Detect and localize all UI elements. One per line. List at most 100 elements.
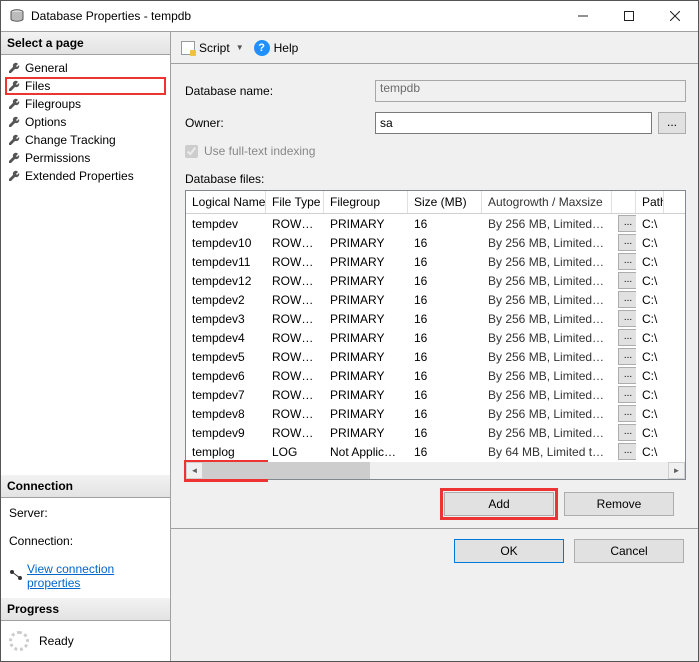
cell-path[interactable]: C:\ bbox=[636, 217, 664, 231]
cell-path[interactable]: C:\ bbox=[636, 388, 664, 402]
files-grid[interactable]: Logical Name File Type Filegroup Size (M… bbox=[185, 190, 686, 480]
sidebar-page-extended-properties[interactable]: Extended Properties bbox=[5, 167, 166, 185]
cell-file-type[interactable]: ROWS... bbox=[266, 350, 324, 364]
cell-autogrowth[interactable]: By 256 MB, Limited to ... bbox=[482, 255, 612, 269]
table-row[interactable]: tempdevROWS...PRIMARY16By 256 MB, Limite… bbox=[186, 214, 685, 233]
cell-size[interactable]: 16 bbox=[408, 388, 482, 402]
table-row[interactable]: tempdev7ROWS...PRIMARY16By 256 MB, Limit… bbox=[186, 385, 685, 404]
cell-autogrowth-button[interactable]: ... bbox=[612, 367, 636, 384]
table-row[interactable]: tempdev12ROWS...PRIMARY16By 256 MB, Limi… bbox=[186, 271, 685, 290]
ellipsis-icon[interactable]: ... bbox=[618, 405, 636, 422]
cell-filegroup[interactable]: PRIMARY bbox=[324, 426, 408, 440]
table-row[interactable]: tempdev5ROWS...PRIMARY16By 256 MB, Limit… bbox=[186, 347, 685, 366]
cell-file-type[interactable]: ROWS... bbox=[266, 255, 324, 269]
table-row[interactable]: tempdev2ROWS...PRIMARY16By 256 MB, Limit… bbox=[186, 290, 685, 309]
cell-size[interactable]: 16 bbox=[408, 369, 482, 383]
cell-filegroup[interactable]: Not Applicable bbox=[324, 445, 408, 459]
cell-logical-name[interactable]: tempdev3 bbox=[186, 312, 266, 326]
cell-size[interactable]: 16 bbox=[408, 274, 482, 288]
ellipsis-icon[interactable]: ... bbox=[618, 234, 636, 251]
cell-autogrowth[interactable]: By 256 MB, Limited to ... bbox=[482, 312, 612, 326]
col-path[interactable]: Path bbox=[636, 191, 664, 213]
ellipsis-icon[interactable]: ... bbox=[618, 291, 636, 308]
cell-path[interactable]: C:\ bbox=[636, 407, 664, 421]
sidebar-page-filegroups[interactable]: Filegroups bbox=[5, 95, 166, 113]
scroll-left-icon[interactable]: ◄ bbox=[186, 462, 203, 479]
col-logical-name[interactable]: Logical Name bbox=[186, 191, 266, 213]
cell-path[interactable]: C:\ bbox=[636, 331, 664, 345]
cell-autogrowth[interactable]: By 256 MB, Limited to ... bbox=[482, 274, 612, 288]
cell-filegroup[interactable]: PRIMARY bbox=[324, 312, 408, 326]
minimize-button[interactable] bbox=[560, 1, 606, 31]
sidebar-page-options[interactable]: Options bbox=[5, 113, 166, 131]
cell-path[interactable]: C:\ bbox=[636, 255, 664, 269]
col-size[interactable]: Size (MB) bbox=[408, 191, 482, 213]
titlebar[interactable]: Database Properties - tempdb bbox=[1, 1, 698, 31]
cell-autogrowth[interactable]: By 256 MB, Limited to ... bbox=[482, 350, 612, 364]
cell-autogrowth-button[interactable]: ... bbox=[612, 272, 636, 289]
cell-logical-name[interactable]: templog bbox=[186, 445, 266, 459]
cell-autogrowth[interactable]: By 256 MB, Limited to ... bbox=[482, 293, 612, 307]
cell-file-type[interactable]: ROWS... bbox=[266, 274, 324, 288]
cell-logical-name[interactable]: tempdev8 bbox=[186, 407, 266, 421]
horizontal-scrollbar[interactable]: ◄ ► bbox=[186, 462, 685, 479]
cell-autogrowth[interactable]: By 64 MB, Limited to 1... bbox=[482, 445, 612, 459]
cell-path[interactable]: C:\ bbox=[636, 312, 664, 326]
ellipsis-icon[interactable]: ... bbox=[618, 367, 636, 384]
cell-size[interactable]: 16 bbox=[408, 255, 482, 269]
cell-filegroup[interactable]: PRIMARY bbox=[324, 369, 408, 383]
cell-file-type[interactable]: ROWS... bbox=[266, 293, 324, 307]
cell-autogrowth-button[interactable]: ... bbox=[612, 291, 636, 308]
scroll-thumb[interactable] bbox=[203, 462, 370, 479]
cell-path[interactable]: C:\ bbox=[636, 445, 664, 459]
ellipsis-icon[interactable]: ... bbox=[618, 310, 636, 327]
cell-autogrowth[interactable]: By 256 MB, Limited to ... bbox=[482, 217, 612, 231]
cell-path[interactable]: C:\ bbox=[636, 369, 664, 383]
cell-path[interactable]: C:\ bbox=[636, 293, 664, 307]
cell-file-type[interactable]: ROWS... bbox=[266, 312, 324, 326]
cell-autogrowth[interactable]: By 256 MB, Limited to ... bbox=[482, 369, 612, 383]
ellipsis-icon[interactable]: ... bbox=[618, 329, 636, 346]
table-row[interactable]: tempdev11ROWS...PRIMARY16By 256 MB, Limi… bbox=[186, 252, 685, 271]
cell-size[interactable]: 16 bbox=[408, 426, 482, 440]
table-row[interactable]: templogLOGNot Applicable16By 64 MB, Limi… bbox=[186, 442, 685, 461]
cell-filegroup[interactable]: PRIMARY bbox=[324, 274, 408, 288]
ellipsis-icon[interactable]: ... bbox=[618, 424, 636, 441]
cell-filegroup[interactable]: PRIMARY bbox=[324, 236, 408, 250]
cell-path[interactable]: C:\ bbox=[636, 236, 664, 250]
cell-logical-name[interactable]: tempdev12 bbox=[186, 274, 266, 288]
ellipsis-icon[interactable]: ... bbox=[618, 443, 636, 460]
cell-file-type[interactable]: ROWS... bbox=[266, 426, 324, 440]
cell-size[interactable]: 16 bbox=[408, 445, 482, 459]
cell-autogrowth[interactable]: By 256 MB, Limited to ... bbox=[482, 236, 612, 250]
cell-autogrowth[interactable]: By 256 MB, Limited to ... bbox=[482, 388, 612, 402]
cell-size[interactable]: 16 bbox=[408, 312, 482, 326]
cell-autogrowth-button[interactable]: ... bbox=[612, 329, 636, 346]
cell-autogrowth[interactable]: By 256 MB, Limited to ... bbox=[482, 331, 612, 345]
cell-filegroup[interactable]: PRIMARY bbox=[324, 331, 408, 345]
view-connection-properties-link[interactable]: View connection properties bbox=[9, 562, 162, 590]
cell-autogrowth-button[interactable]: ... bbox=[612, 348, 636, 365]
table-row[interactable]: tempdev9ROWS...PRIMARY16By 256 MB, Limit… bbox=[186, 423, 685, 442]
col-filegroup[interactable]: Filegroup bbox=[324, 191, 408, 213]
ok-button[interactable]: OK bbox=[454, 539, 564, 563]
close-button[interactable] bbox=[652, 1, 698, 31]
cell-filegroup[interactable]: PRIMARY bbox=[324, 217, 408, 231]
cell-logical-name[interactable]: tempdev4 bbox=[186, 331, 266, 345]
cell-autogrowth-button[interactable]: ... bbox=[612, 424, 636, 441]
cell-logical-name[interactable]: tempdev11 bbox=[186, 255, 266, 269]
cell-size[interactable]: 16 bbox=[408, 350, 482, 364]
scroll-track[interactable] bbox=[203, 462, 668, 479]
cell-autogrowth-button[interactable]: ... bbox=[612, 215, 636, 232]
cell-autogrowth[interactable]: By 256 MB, Limited to ... bbox=[482, 407, 612, 421]
cell-autogrowth-button[interactable]: ... bbox=[612, 443, 636, 460]
cell-file-type[interactable]: LOG bbox=[266, 445, 324, 459]
table-row[interactable]: tempdev3ROWS...PRIMARY16By 256 MB, Limit… bbox=[186, 309, 685, 328]
sidebar-page-files[interactable]: Files bbox=[5, 77, 166, 95]
cell-autogrowth-button[interactable]: ... bbox=[612, 253, 636, 270]
cell-autogrowth-button[interactable]: ... bbox=[612, 386, 636, 403]
ellipsis-icon[interactable]: ... bbox=[618, 386, 636, 403]
col-autogrowth[interactable]: Autogrowth / Maxsize bbox=[482, 191, 612, 213]
cell-file-type[interactable]: ROWS... bbox=[266, 236, 324, 250]
sidebar-page-change-tracking[interactable]: Change Tracking bbox=[5, 131, 166, 149]
